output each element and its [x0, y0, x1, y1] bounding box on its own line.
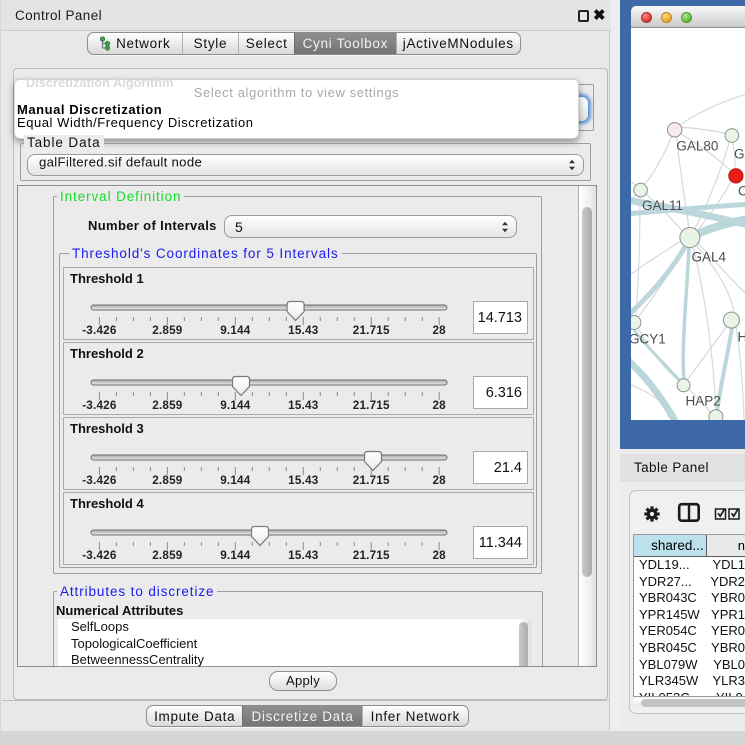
svg-text:GAL11: GAL11 [642, 198, 683, 213]
svg-text:15.43: 15.43 [288, 549, 319, 562]
svg-text:21.715: 21.715 [353, 324, 390, 337]
svg-text:15.43: 15.43 [288, 399, 319, 412]
svg-text:2.859: 2.859 [152, 549, 183, 562]
svg-text:2.859: 2.859 [152, 399, 183, 412]
svg-text:H: H [738, 330, 745, 345]
svg-text:28: 28 [432, 399, 446, 412]
svg-text:9.144: 9.144 [220, 399, 251, 412]
svg-text:15.43: 15.43 [288, 324, 319, 337]
svg-text:-3.426: -3.426 [82, 474, 117, 487]
svg-text:21.715: 21.715 [353, 549, 390, 562]
svg-text:HAP2: HAP2 [686, 394, 721, 409]
svg-text:GCY1: GCY1 [631, 332, 666, 347]
svg-text:GAL4: GAL4 [692, 250, 727, 265]
svg-text:9.144: 9.144 [220, 549, 251, 562]
svg-text:15.43: 15.43 [288, 474, 319, 487]
svg-text:-3.426: -3.426 [82, 399, 117, 412]
svg-text:21.715: 21.715 [353, 399, 390, 412]
svg-text:GA: GA [734, 147, 745, 162]
svg-text:28: 28 [432, 549, 446, 562]
svg-text:-3.426: -3.426 [82, 324, 117, 337]
svg-text:GAL80: GAL80 [676, 139, 718, 154]
svg-text:-3.426: -3.426 [82, 549, 117, 562]
svg-text:21.715: 21.715 [353, 474, 390, 487]
svg-text:C: C [738, 184, 745, 199]
svg-text:2.859: 2.859 [152, 324, 183, 337]
svg-text:28: 28 [432, 474, 446, 487]
svg-text:9.144: 9.144 [220, 474, 251, 487]
svg-text:28: 28 [432, 324, 446, 337]
svg-text:9.144: 9.144 [220, 324, 251, 337]
svg-text:2.859: 2.859 [152, 474, 183, 487]
